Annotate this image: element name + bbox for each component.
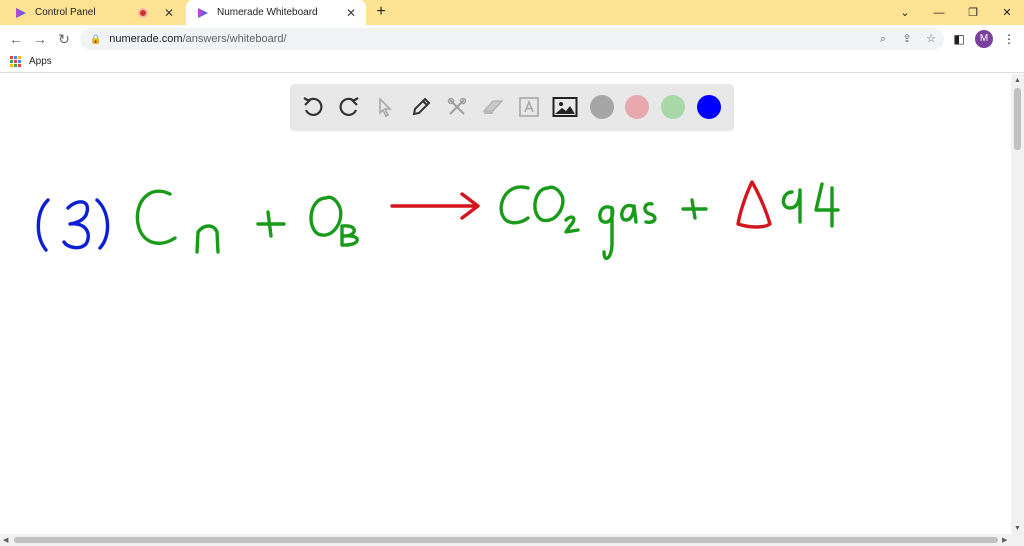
- handwriting-products: [499, 182, 840, 261]
- back-icon[interactable]: ←: [6, 29, 26, 49]
- browser-toolbar: ← → ↻ 🔒 numerade.com/answers/whiteboard/…: [0, 25, 1024, 53]
- avatar[interactable]: M: [975, 30, 993, 48]
- horizontal-scrollbar[interactable]: ◀ ▶: [0, 534, 1024, 546]
- zoom-icon[interactable]: ⌕: [874, 31, 892, 47]
- tab-control-panel[interactable]: Control Panel ✕: [0, 0, 184, 25]
- minimize-icon[interactable]: —: [922, 0, 956, 25]
- handwriting-reactants: [135, 189, 359, 254]
- scroll-left-icon[interactable]: ◀: [3, 536, 8, 544]
- tab-numerade-whiteboard[interactable]: Numerade Whiteboard ✕: [186, 0, 366, 25]
- menu-icon[interactable]: ⋮: [1000, 30, 1018, 48]
- bookmark-star-icon[interactable]: ☆: [922, 31, 940, 47]
- tab-title: Numerade Whiteboard: [217, 7, 318, 18]
- vertical-scrollbar[interactable]: ▲ ▼: [1011, 74, 1024, 534]
- address-bar[interactable]: 🔒 numerade.com/answers/whiteboard/ ⌕ ⇪ ☆: [80, 28, 944, 50]
- side-panel-icon[interactable]: ◧: [950, 30, 968, 48]
- restore-icon[interactable]: ❐: [956, 0, 990, 25]
- browser-window: Control Panel ✕ Numerade Whiteboard ✕ + …: [0, 0, 1024, 546]
- forward-icon[interactable]: →: [30, 29, 50, 49]
- scroll-down-icon[interactable]: ▼: [1014, 525, 1021, 532]
- numerade-logo-icon: [16, 7, 26, 18]
- handwritten-equation: [36, 180, 840, 261]
- scroll-right-icon[interactable]: ▶: [1002, 536, 1007, 544]
- bookmark-apps[interactable]: Apps: [10, 56, 52, 67]
- bookmark-label: Apps: [29, 56, 52, 67]
- close-tab-icon[interactable]: ✕: [344, 6, 358, 20]
- url-text: numerade.com/answers/whiteboard/: [109, 33, 287, 45]
- plus-icon[interactable]: +: [372, 3, 390, 21]
- numerade-logo-icon: [198, 7, 208, 18]
- tab-title: Control Panel: [35, 7, 96, 18]
- close-tab-icon[interactable]: ✕: [162, 6, 176, 20]
- whiteboard-canvas[interactable]: [0, 74, 1011, 534]
- lock-icon: 🔒: [90, 33, 102, 44]
- bookmarks-bar: Apps: [0, 53, 1024, 73]
- horizontal-scroll-thumb[interactable]: [14, 537, 998, 543]
- share-icon[interactable]: ⇪: [898, 31, 916, 47]
- window-close-icon[interactable]: ✕: [990, 0, 1024, 25]
- tab-strip: Control Panel ✕ Numerade Whiteboard ✕ + …: [0, 0, 1024, 25]
- reload-icon[interactable]: ↻: [54, 29, 74, 49]
- scroll-up-icon[interactable]: ▲: [1014, 77, 1021, 84]
- tab-search-icon[interactable]: ⌄: [888, 0, 922, 25]
- handwriting-arrow: [390, 192, 480, 220]
- handwriting-delta: [736, 180, 772, 229]
- apps-grid-icon: [10, 56, 21, 67]
- vertical-scroll-thumb[interactable]: [1014, 88, 1021, 150]
- recording-icon: [138, 7, 148, 18]
- handwriting-label-3: [36, 198, 110, 252]
